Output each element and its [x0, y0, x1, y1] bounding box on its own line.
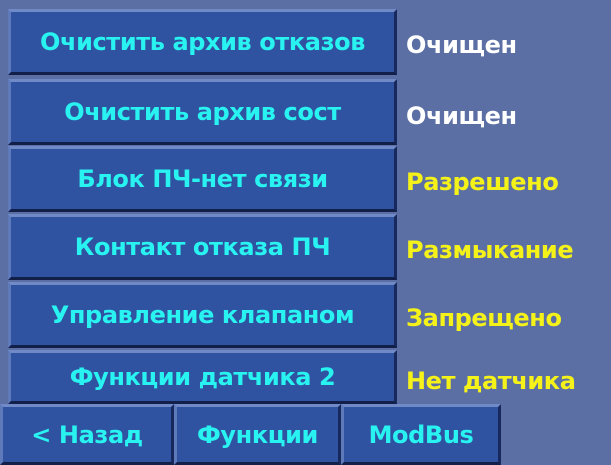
clear-state-archive-button[interactable]: Очистить архив сост	[8, 79, 397, 145]
functions-button[interactable]: Функции	[174, 404, 341, 465]
vfd-fault-contact-button[interactable]: Контакт отказа ПЧ	[8, 214, 397, 280]
vfd-no-connection-status: Разрешено	[406, 168, 559, 196]
settings-screen: Очистить архив отказов Очищен Очистить а…	[0, 0, 611, 465]
vfd-fault-contact-status: Размыкание	[406, 236, 574, 264]
sensor-2-functions-status: Нет датчика	[406, 367, 576, 395]
valve-control-button[interactable]: Управление клапаном	[8, 282, 397, 348]
clear-fault-archive-button[interactable]: Очистить архив отказов	[8, 9, 397, 75]
clear-state-archive-status: Очищен	[406, 102, 517, 130]
back-button[interactable]: < Назад	[0, 404, 174, 465]
sensor-2-functions-button[interactable]: Функции датчика 2	[8, 350, 397, 404]
modbus-button[interactable]: ModBus	[341, 404, 501, 465]
valve-control-status: Запрещено	[406, 304, 562, 332]
clear-fault-archive-status: Очищен	[406, 31, 517, 59]
vfd-no-connection-button[interactable]: Блок ПЧ-нет связи	[8, 146, 397, 212]
